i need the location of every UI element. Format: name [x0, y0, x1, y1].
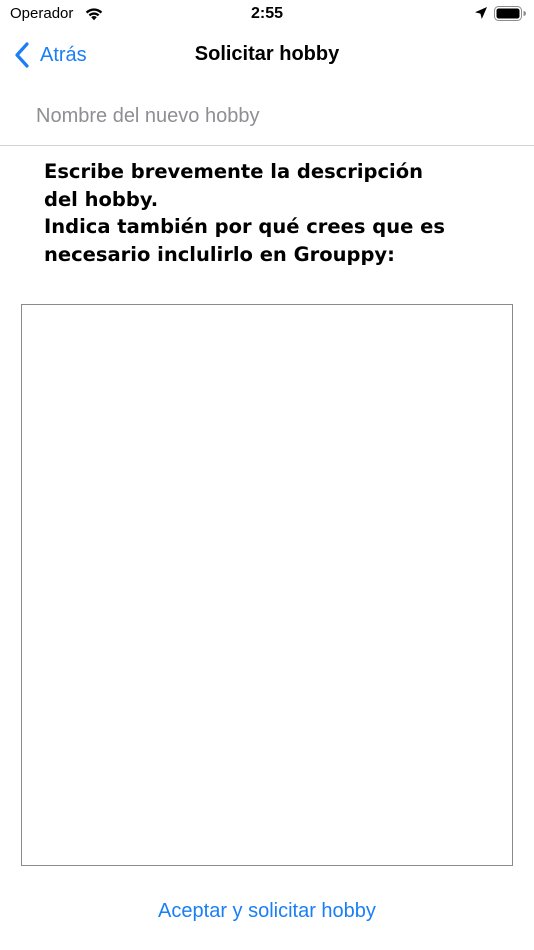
instructions-line: Indica también por qué crees que es [44, 215, 445, 238]
hobby-description-textarea[interactable] [21, 304, 513, 866]
page-title: Solicitar hobby [194, 43, 340, 65]
battery-icon [494, 6, 526, 21]
location-arrow-icon [475, 7, 487, 19]
submit-button[interactable]: Aceptar y solicitar hobby [0, 897, 534, 925]
status-bar: Operador 2:55 [0, 0, 534, 30]
instructions-line: Escribe brevemente la descripción [44, 160, 424, 183]
hobby-name-input[interactable] [0, 88, 534, 146]
clock: 2:55 [250, 5, 284, 22]
instructions-line: del hobby. [44, 187, 159, 211]
instructions-line: necesario inclulirlo en Grouppy: [44, 242, 395, 266]
navigation-bar: Atrás Solicitar hobby [0, 30, 534, 80]
instructions-text: Escribe brevemente la descripción del ho… [44, 158, 504, 268]
